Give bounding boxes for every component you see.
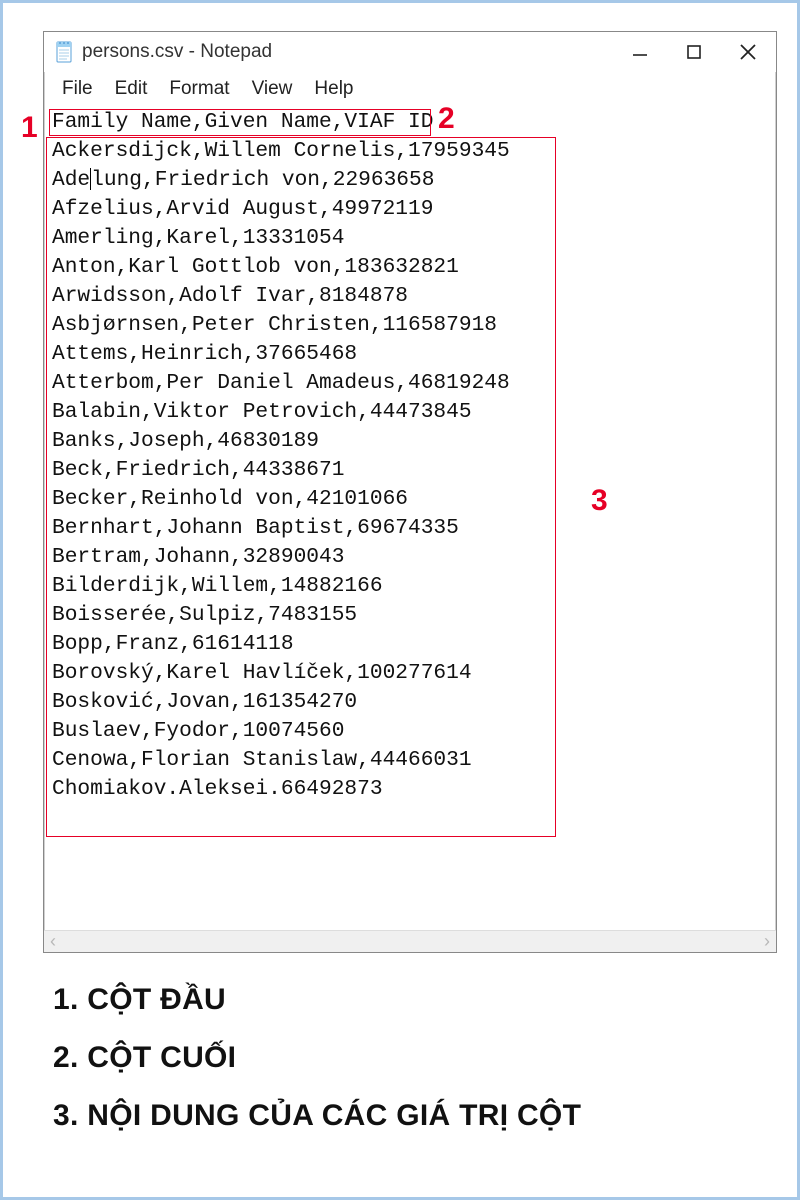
annotation-2: 2 — [438, 102, 455, 136]
titlebar: persons.csv - Notepad — [44, 32, 776, 72]
text-caret — [90, 168, 91, 190]
notepad-icon — [54, 40, 74, 64]
text-editor[interactable]: Family Name,Given Name,VIAF ID Ackersdij… — [46, 108, 774, 928]
menu-file[interactable]: File — [56, 76, 99, 102]
annotation-3: 3 — [591, 484, 608, 518]
close-button[interactable] — [734, 38, 762, 66]
legend: 1. CỘT ĐẦU 2. CỘT CUỐI 3. NỘI DUNG CỦA C… — [53, 983, 757, 1133]
scroll-right-icon[interactable]: › — [764, 931, 770, 952]
annotation-1: 1 — [21, 111, 38, 145]
legend-item-3: 3. NỘI DUNG CỦA CÁC GIÁ TRỊ CỘT — [53, 1099, 757, 1133]
menu-help[interactable]: Help — [308, 76, 359, 102]
legend-item-2: 2. CỘT CUỐI — [53, 1041, 757, 1075]
maximize-button[interactable] — [680, 38, 708, 66]
notepad-window: persons.csv - Notepad File Edit Format V… — [43, 31, 777, 953]
window-controls — [626, 38, 770, 66]
menu-format[interactable]: Format — [163, 76, 235, 102]
horizontal-scrollbar[interactable]: ‹ › — [44, 930, 776, 952]
legend-item-1: 1. CỘT ĐẦU — [53, 983, 757, 1017]
menu-edit[interactable]: Edit — [109, 76, 154, 102]
menu-view[interactable]: View — [246, 76, 299, 102]
window-title: persons.csv - Notepad — [82, 41, 626, 63]
scroll-left-icon[interactable]: ‹ — [50, 931, 56, 952]
editor-area: 2 3 Family Name,Given Name,VIAF ID Acker… — [46, 108, 774, 928]
minimize-button[interactable] — [626, 38, 654, 66]
menubar: File Edit Format View Help — [44, 72, 776, 108]
